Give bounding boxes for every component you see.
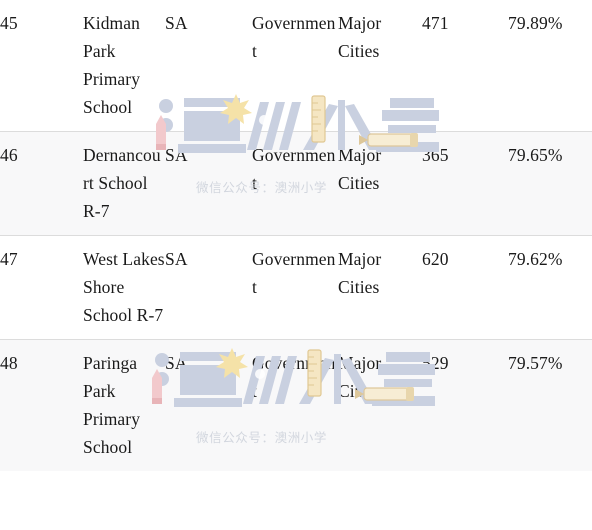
cell-state: SA: [165, 339, 252, 471]
cell-score: 79.65%: [508, 131, 592, 236]
cell-score: 79.89%: [508, 13, 563, 33]
cell-enrolment: 529: [422, 339, 508, 471]
cell-school: West Lakes Shore School R-7: [83, 235, 165, 340]
cell-score: 79.57%: [508, 339, 592, 471]
cell-school: Dernancourt School R-7: [83, 131, 165, 236]
cell-sector: Government: [252, 339, 338, 471]
cell-school: Paringa Park Primary School: [83, 339, 165, 471]
cell-state: SA: [165, 13, 188, 33]
cell-enrolment: 365: [422, 131, 508, 236]
cell-region: Major Cities: [338, 131, 422, 236]
cell-rank: 48: [0, 339, 83, 471]
cell-sector: Government: [252, 13, 336, 61]
table-row: 45 Kidman Park Primary School SA Governm…: [0, 0, 592, 132]
cell-enrolment: 471: [422, 13, 449, 33]
cell-score: 79.62%: [508, 235, 592, 340]
cell-rank: 47: [0, 235, 83, 340]
cell-state: SA: [165, 235, 252, 340]
cell-school: Kidman Park Primary School: [83, 13, 141, 117]
cell-sector: Government: [252, 235, 338, 340]
table-row: 47 West Lakes Shore School R-7 SA Govern…: [0, 235, 592, 340]
school-ranking-table: 45 Kidman Park Primary School SA Governm…: [0, 0, 592, 471]
table-row: 46 Dernancourt School R-7 SA Government …: [0, 131, 592, 236]
cell-enrolment: 620: [422, 235, 508, 340]
cell-rank: 45: [0, 13, 18, 33]
cell-region: Major Cities: [338, 339, 422, 471]
table-body: 45 Kidman Park Primary School SA Governm…: [0, 0, 592, 471]
cell-sector: Government: [252, 131, 338, 236]
cell-rank: 46: [0, 131, 83, 236]
cell-state: SA: [165, 131, 252, 236]
cell-region: Major Cities: [338, 13, 382, 61]
cell-region: Major Cities: [338, 235, 422, 340]
table-row: 48 Paringa Park Primary School SA Govern…: [0, 339, 592, 471]
ranking-table-container: 45 Kidman Park Primary School SA Governm…: [0, 0, 592, 530]
